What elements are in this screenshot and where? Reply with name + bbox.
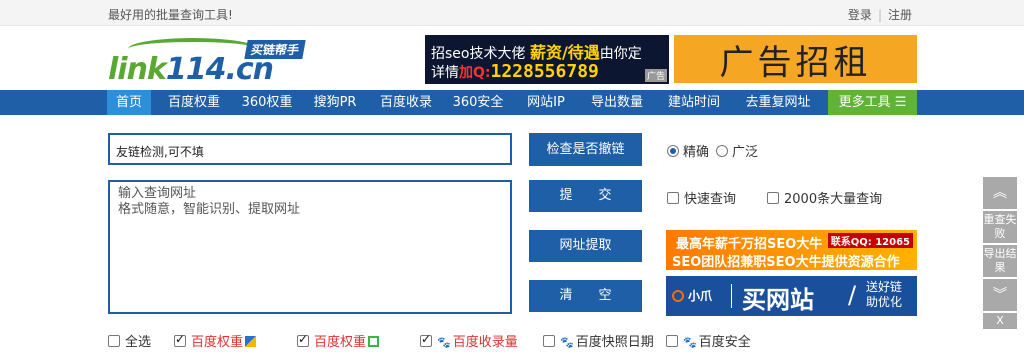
auth-links: 登录 | 注册	[847, 8, 912, 22]
ad-badge: 广告	[644, 69, 667, 82]
radio-exact-dot[interactable]	[667, 145, 679, 157]
nav-baidu-index[interactable]: 百度收录	[372, 90, 440, 115]
check-removed-button[interactable]: 检查是否撤链	[529, 133, 642, 166]
clear-button[interactable]: 清 空	[529, 280, 642, 312]
ad-banner-buy-site[interactable]: 小爪 买网站 / 送好链 助优化	[666, 276, 917, 316]
baidu-weight-icon	[245, 336, 257, 347]
logo-text: link114.cn	[108, 52, 274, 87]
baidu-paw-icon: 🐾	[560, 336, 574, 349]
ad4-brand: 小爪	[672, 284, 732, 308]
checkbox-bulk-query[interactable]: 2000条大量查询	[767, 188, 882, 207]
extract-url-button[interactable]: 网址提取	[529, 230, 642, 262]
checkbox-baidu-security[interactable]: 🐾 百度安全	[666, 331, 751, 350]
baidu-paw-icon: 🐾	[437, 336, 451, 349]
nav-export-count[interactable]: 导出数量	[582, 90, 652, 115]
nav-sogou-pr[interactable]: 搜狗PR	[304, 90, 366, 115]
nav-360-security[interactable]: 360安全	[447, 90, 509, 115]
export-result-button[interactable]: 导出结果	[983, 245, 1017, 277]
nav-build-time[interactable]: 建站时间	[658, 90, 730, 115]
top-bar: 最好用的批量查询工具! 登录 | 注册	[0, 0, 1024, 26]
radio-exact[interactable]: 精确	[667, 141, 709, 160]
checkbox-baidu-index[interactable]: 🐾百度收录量	[420, 331, 518, 350]
site-slogan: 最好用的批量查询工具!	[108, 8, 233, 22]
close-sidebar-button[interactable]: X	[983, 313, 1017, 329]
nav-360-weight[interactable]: 360权重	[236, 90, 298, 115]
site-logo[interactable]: 买链帮手 link114.cn	[108, 38, 318, 87]
nav-site-ip[interactable]: 网站IP	[516, 90, 576, 115]
main-nav: 首页 百度权重 360权重 搜狗PR 百度收录 360安全 网站IP 导出数量 …	[0, 90, 1024, 115]
checkbox-fast-query[interactable]: 快速查询	[667, 188, 736, 207]
register-link[interactable]: 注册	[888, 8, 912, 22]
submit-button[interactable]: 提 交	[529, 180, 642, 212]
checkbox-baidu-weight[interactable]: 百度权重	[174, 331, 257, 350]
radio-broad[interactable]: 广泛	[716, 141, 758, 160]
retry-failed-button[interactable]: 重查失败	[983, 211, 1017, 243]
scroll-top-icon[interactable]: ︽	[983, 177, 1017, 209]
nav-home[interactable]: 首页	[107, 90, 151, 115]
login-link[interactable]: 登录	[848, 8, 872, 22]
weight-alt-icon	[368, 336, 380, 347]
radio-broad-dot[interactable]	[716, 145, 728, 157]
baidu-paw-icon: 🐾	[683, 336, 697, 349]
ad-banner-seo-hiring[interactable]: 最高年薪千万招SEO大牛 SEO团队招兼职SEO大牛提供资源合作 联系QQ: 1…	[666, 230, 917, 270]
checkbox-select-all[interactable]: 全选	[108, 331, 151, 350]
query-options-row: 全选 百度权重 百度权重 🐾百度收录量 🐾百度快照日期 🐾百度安全	[0, 331, 1024, 350]
url-textarea[interactable]: 输入查询网址 格式随意，智能识别、提取网址	[108, 180, 512, 314]
floating-sidebar: ︽ 重查失败 导出结果 ︾ X	[983, 177, 1017, 329]
ad-banner-recruit[interactable]: 招seo技术大佬 薪资/待遇由你定 详情加Q:1228556789 广告	[425, 35, 669, 84]
nav-baidu-weight[interactable]: 百度权重	[158, 90, 230, 115]
nav-more-tools[interactable]: 更多工具 ☰	[828, 90, 917, 115]
scroll-bottom-icon[interactable]: ︾	[983, 279, 1017, 311]
nav-dedupe-url[interactable]: 去重复网址	[736, 90, 820, 115]
checkbox-baidu-snapshot[interactable]: 🐾 百度快照日期	[543, 331, 654, 350]
claw-icon	[672, 290, 684, 302]
friend-link-input[interactable]: 友链检测,可不填	[108, 133, 512, 165]
ad-banner-for-rent[interactable]: 广告招租	[674, 35, 917, 83]
checkbox-baidu-weight-alt[interactable]: 百度权重	[297, 331, 380, 350]
